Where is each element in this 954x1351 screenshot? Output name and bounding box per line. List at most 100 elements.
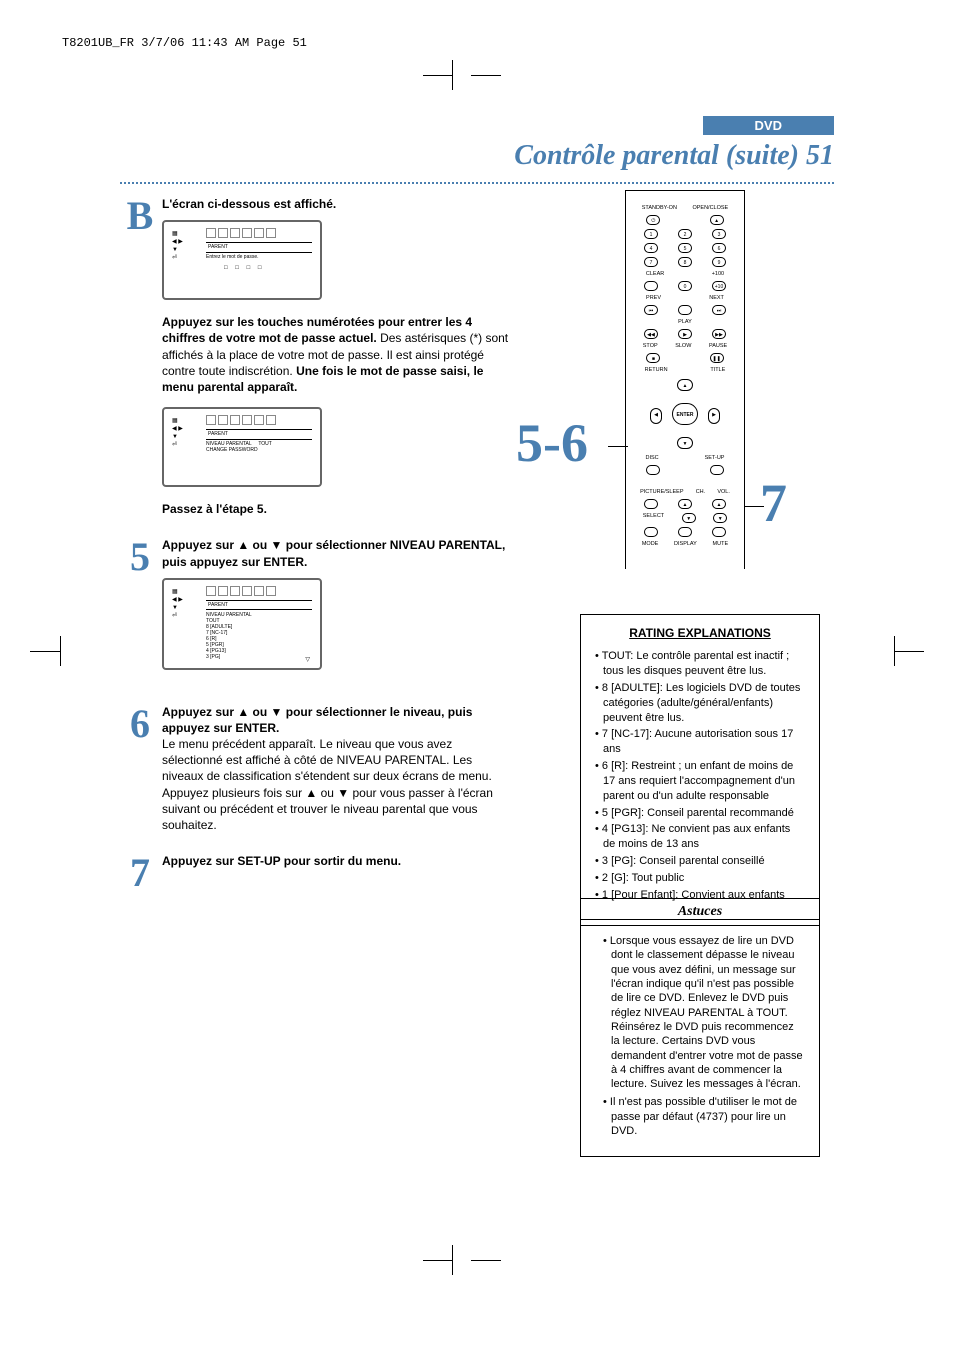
btn-clear <box>644 281 658 291</box>
label-setup: SET-UP <box>705 455 725 461</box>
dpad-left: ◀ <box>650 408 662 424</box>
crop-mark-bottom <box>452 1245 470 1275</box>
crop-mark-right <box>894 636 924 666</box>
label-plus100: +100 <box>712 271 724 277</box>
label-disc: DISC <box>645 455 658 461</box>
numpad-0: 0 <box>678 281 692 291</box>
numpad-7: 7 <box>644 257 658 267</box>
label-clear: CLEAR <box>646 271 664 277</box>
print-header: T8201UB_FR 3/7/06 11:43 AM Page 51 <box>62 36 307 50</box>
step-6: 6 Appuyez sur ▲ ou ▼ pour sélectionner l… <box>120 704 510 834</box>
rating-item: 8 [ADULTE]: Les logiciels DVD de toutes … <box>595 681 805 726</box>
step-5-bold: Appuyez sur ▲ ou ▼ pour sélectionner NIV… <box>162 538 505 568</box>
rating-item: 3 [PG]: Conseil parental conseillé <box>595 854 805 869</box>
btn-vol-up: ▲ <box>712 499 726 509</box>
btn-open: ▲ <box>710 215 724 225</box>
label-pause: PAUSE <box>709 343 727 349</box>
numpad-9: 9 <box>712 257 726 267</box>
btn-ffw: ▶▶ <box>712 329 726 339</box>
page-title: Contrôle parental (suite) 51 <box>514 140 834 172</box>
label-mute: MUTE <box>713 541 729 547</box>
btn-ch-up: ▲ <box>678 499 692 509</box>
label-play: PLAY <box>634 319 736 325</box>
numpad-8: 8 <box>678 257 692 267</box>
step-7: 7 Appuyez sur SET-UP pour sortir du menu… <box>120 853 510 893</box>
rating-item: TOUT: Le contrôle parental est inactif ;… <box>595 649 805 679</box>
rating-item: 6 [R]: Restreint ; un enfant de moins de… <box>595 759 805 804</box>
step-B-after: Passez à l'étape 5. <box>162 502 267 516</box>
dpad-up: ▲ <box>677 379 693 391</box>
label-vol: VOL. <box>717 489 730 495</box>
rating-item: 2 [G]: Tout public <box>595 871 805 886</box>
dpad-right: ▶ <box>708 408 720 424</box>
btn-prev: ⏮ <box>644 305 658 315</box>
btn-mute <box>712 527 726 537</box>
dotted-rule <box>120 182 834 184</box>
rating-item: 5 [PGR]: Conseil parental recommandé <box>595 806 805 821</box>
step-marker-B: B <box>120 196 160 236</box>
numpad-5: 5 <box>678 243 692 253</box>
numpad-1: 1 <box>644 229 658 239</box>
label-picture: PICTURE/SLEEP <box>640 489 683 495</box>
dpad: ▲ ▼ ◀ ▶ ENTER <box>650 379 720 449</box>
btn-blank <box>678 305 692 315</box>
label-next: NEXT <box>709 295 724 301</box>
numpad-4: 4 <box>644 243 658 253</box>
tip-item: Il n'est pas possible d'utiliser le mot … <box>595 1095 805 1138</box>
label-return: RETURN <box>645 367 668 373</box>
step-7-bold: Appuyez sur SET-UP pour sortir du menu. <box>162 854 401 868</box>
step-6-bold: Appuyez sur ▲ ou ▼ pour sélectionner le … <box>162 705 472 735</box>
osd-screen-2: ▦◀ ▶▼⏎ PARENT NIVEAU PARENTAL TOUT CHANG… <box>162 407 322 487</box>
step-marker-7: 7 <box>120 853 160 893</box>
btn-next: ⏭ <box>712 305 726 315</box>
btn-vol-dn: ▼ <box>713 513 727 523</box>
step-B: B L'écran ci-dessous est affiché. ▦◀ ▶▼⏎… <box>120 196 510 517</box>
left-column: B L'écran ci-dessous est affiché. ▦◀ ▶▼⏎… <box>120 196 510 913</box>
callout-7: 7 <box>760 472 787 534</box>
btn-play: ▶ <box>678 329 692 339</box>
crop-mark-top <box>452 60 470 90</box>
btn-display <box>678 527 692 537</box>
osd-screen-1: ▦◀ ▶▼⏎ PARENT Entrez le mot de passe. □ … <box>162 220 322 300</box>
step-B-lead: L'écran ci-dessous est affiché. <box>162 197 336 211</box>
step-marker-5: 5 <box>120 537 160 577</box>
tips-title: Astuces <box>581 899 819 926</box>
label-select: SELECT <box>643 513 664 523</box>
btn-plus10: +10 <box>712 281 726 291</box>
rating-item: 4 [PG13]: Ne convient pas aux enfants de… <box>595 822 805 852</box>
crop-mark-left <box>30 636 60 666</box>
remote-diagram: STANDBY-ONOPEN/CLOSE ⏻▲ 123 456 789 CLEA… <box>625 190 745 569</box>
btn-pause: ❚❚ <box>710 353 724 363</box>
osd1-bar: PARENT <box>206 242 312 253</box>
osd2-bar: PARENT <box>206 429 312 440</box>
label-display: DISPLAY <box>674 541 697 547</box>
ratings-title: RATING EXPLANATIONS <box>595 625 805 641</box>
btn-rew: ◀◀ <box>644 329 658 339</box>
dpad-down: ▼ <box>677 437 693 449</box>
osd2-inner: NIVEAU PARENTAL TOUT CHANGE PASSWORD <box>206 441 272 453</box>
ratings-box: RATING EXPLANATIONS TOUT: Le contrôle pa… <box>580 614 820 920</box>
label-standby: STANDBY-ON <box>642 205 677 211</box>
dpad-enter: ENTER <box>672 403 698 425</box>
tip-item: Lorsque vous essayez de lire un DVD dont… <box>595 934 805 1091</box>
label-ch: CH. <box>696 489 705 495</box>
label-title: TITLE <box>710 367 725 373</box>
label-stop: STOP <box>643 343 658 349</box>
label-openclose: OPEN/CLOSE <box>692 205 728 211</box>
numpad-3: 3 <box>712 229 726 239</box>
label-prev: PREV <box>646 295 661 301</box>
step-5: 5 Appuyez sur ▲ ou ▼ pour sélectionner N… <box>120 537 510 683</box>
btn-setup <box>710 465 724 475</box>
btn-ch-dn: ▼ <box>682 513 696 523</box>
callout-5-6: 5-6 <box>516 412 588 474</box>
callout-7-line <box>744 506 764 507</box>
osd3-bar: PARENT <box>206 600 312 611</box>
btn-mode <box>644 527 658 537</box>
osd-screen-3: ▦◀ ▶▼⏎ PARENT NIVEAU PARENTAL TOUT 8 [AD… <box>162 578 322 670</box>
numpad-2: 2 <box>678 229 692 239</box>
osd3-inner: NIVEAU PARENTAL TOUT 8 [ADULTE] 7 [NC-17… <box>206 612 252 660</box>
tips-box: Astuces Lorsque vous essayez de lire un … <box>580 898 820 1157</box>
btn-stop: ■ <box>646 353 660 363</box>
label-slow: SLOW <box>675 343 691 349</box>
label-mode: MODE <box>642 541 659 547</box>
